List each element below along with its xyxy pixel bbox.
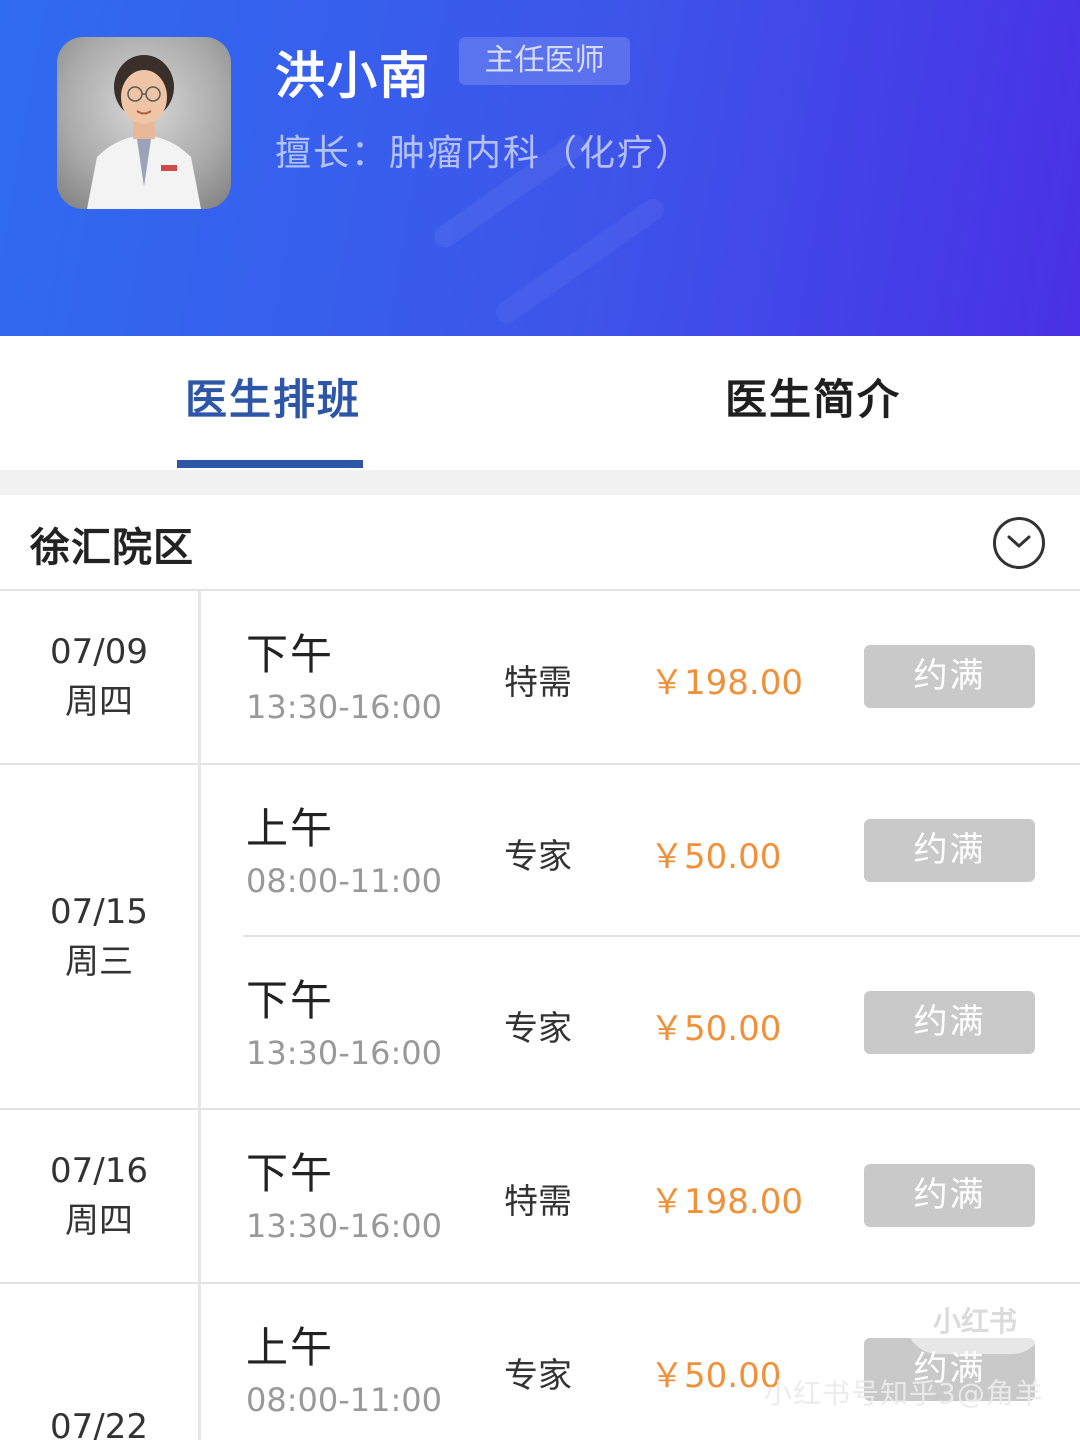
schedule-date: 07/22 (0, 1284, 198, 1440)
slot-time: 08:00-11:00 (246, 1381, 442, 1419)
slot-price: ￥198.00 (650, 663, 803, 703)
slot-type: 专家 (504, 837, 572, 877)
campus-selector[interactable]: 徐汇院区 (0, 495, 1080, 591)
section-gap (0, 470, 1080, 495)
book-full-button[interactable]: 约满 (864, 819, 1035, 882)
schedule-date: 07/09 周四 (0, 591, 198, 765)
campus-name: 徐汇院区 (30, 525, 194, 571)
weekday-text: 周三 (65, 941, 133, 982)
schedule-slot: 下午 13:30-16:00 专家 ￥50.00 约满 (201, 937, 1080, 1110)
date-text: 07/22 (50, 1407, 148, 1440)
schedule-slot: 上午 08:00-11:00 专家 ￥50.00 约满 (201, 765, 1080, 937)
slot-time: 13:30-16:00 (246, 1034, 442, 1072)
slot-period: 下午 (246, 630, 335, 679)
doctor-title-badge: 主任医师 (459, 37, 630, 85)
book-full-button[interactable]: 约满 (864, 1164, 1035, 1227)
weekday-text: 周四 (65, 682, 133, 722)
doctor-name: 洪小南 (275, 47, 431, 105)
book-full-button[interactable]: 约满 (864, 645, 1035, 708)
header-decoration (491, 194, 669, 328)
slot-type: 专家 (504, 1356, 572, 1396)
book-full-button[interactable]: 约满 (864, 991, 1035, 1054)
slot-time: 08:00-11:00 (246, 862, 442, 900)
doctor-avatar (57, 37, 231, 209)
schedule-slot: 下午 13:30-16:00 特需 ￥198.00 约满 (201, 1110, 1080, 1284)
date-text: 07/09 (50, 632, 148, 672)
active-tab-indicator (177, 460, 363, 468)
slot-price: ￥198.00 (650, 1182, 803, 1222)
slot-period: 下午 (246, 976, 335, 1025)
watermark-text: 小红书号知乎3@角羊 (764, 1377, 1044, 1410)
slot-period: 上午 (246, 804, 335, 853)
schedule-date: 07/15 周三 (0, 765, 198, 1110)
slot-type: 特需 (504, 663, 572, 703)
tab-schedule[interactable]: 医生排班 (185, 366, 361, 427)
slot-time: 13:30-16:00 (246, 1207, 442, 1245)
slot-price: ￥50.00 (650, 1009, 782, 1049)
slot-price: ￥50.00 (650, 1356, 782, 1396)
slot-type: 专家 (504, 1009, 572, 1049)
slot-type: 特需 (504, 1182, 572, 1222)
date-text: 07/16 (50, 1151, 148, 1191)
date-text: 07/15 (50, 891, 148, 932)
schedule-slot: 下午 13:30-16:00 特需 ￥198.00 约满 (201, 591, 1080, 765)
weekday-text: 周四 (65, 1201, 133, 1241)
doctor-specialty: 擅长：肿瘤内科（化疗） (275, 133, 694, 174)
slot-time: 13:30-16:00 (246, 688, 442, 726)
tab-bar: 医生排班 医生简介 (0, 336, 1080, 470)
chevron-down-circle-icon[interactable] (993, 517, 1045, 569)
watermark-logo: 小红书 (906, 1290, 1044, 1354)
doctor-photo-icon (87, 55, 201, 209)
tab-profile[interactable]: 医生简介 (725, 366, 901, 427)
schedule-date: 07/16 周四 (0, 1110, 198, 1284)
slot-period: 下午 (246, 1149, 335, 1198)
doctor-header: 洪小南 主任医师 擅长：肿瘤内科（化疗） (0, 0, 1080, 336)
slot-price: ￥50.00 (650, 837, 782, 877)
slot-period: 上午 (246, 1323, 335, 1372)
